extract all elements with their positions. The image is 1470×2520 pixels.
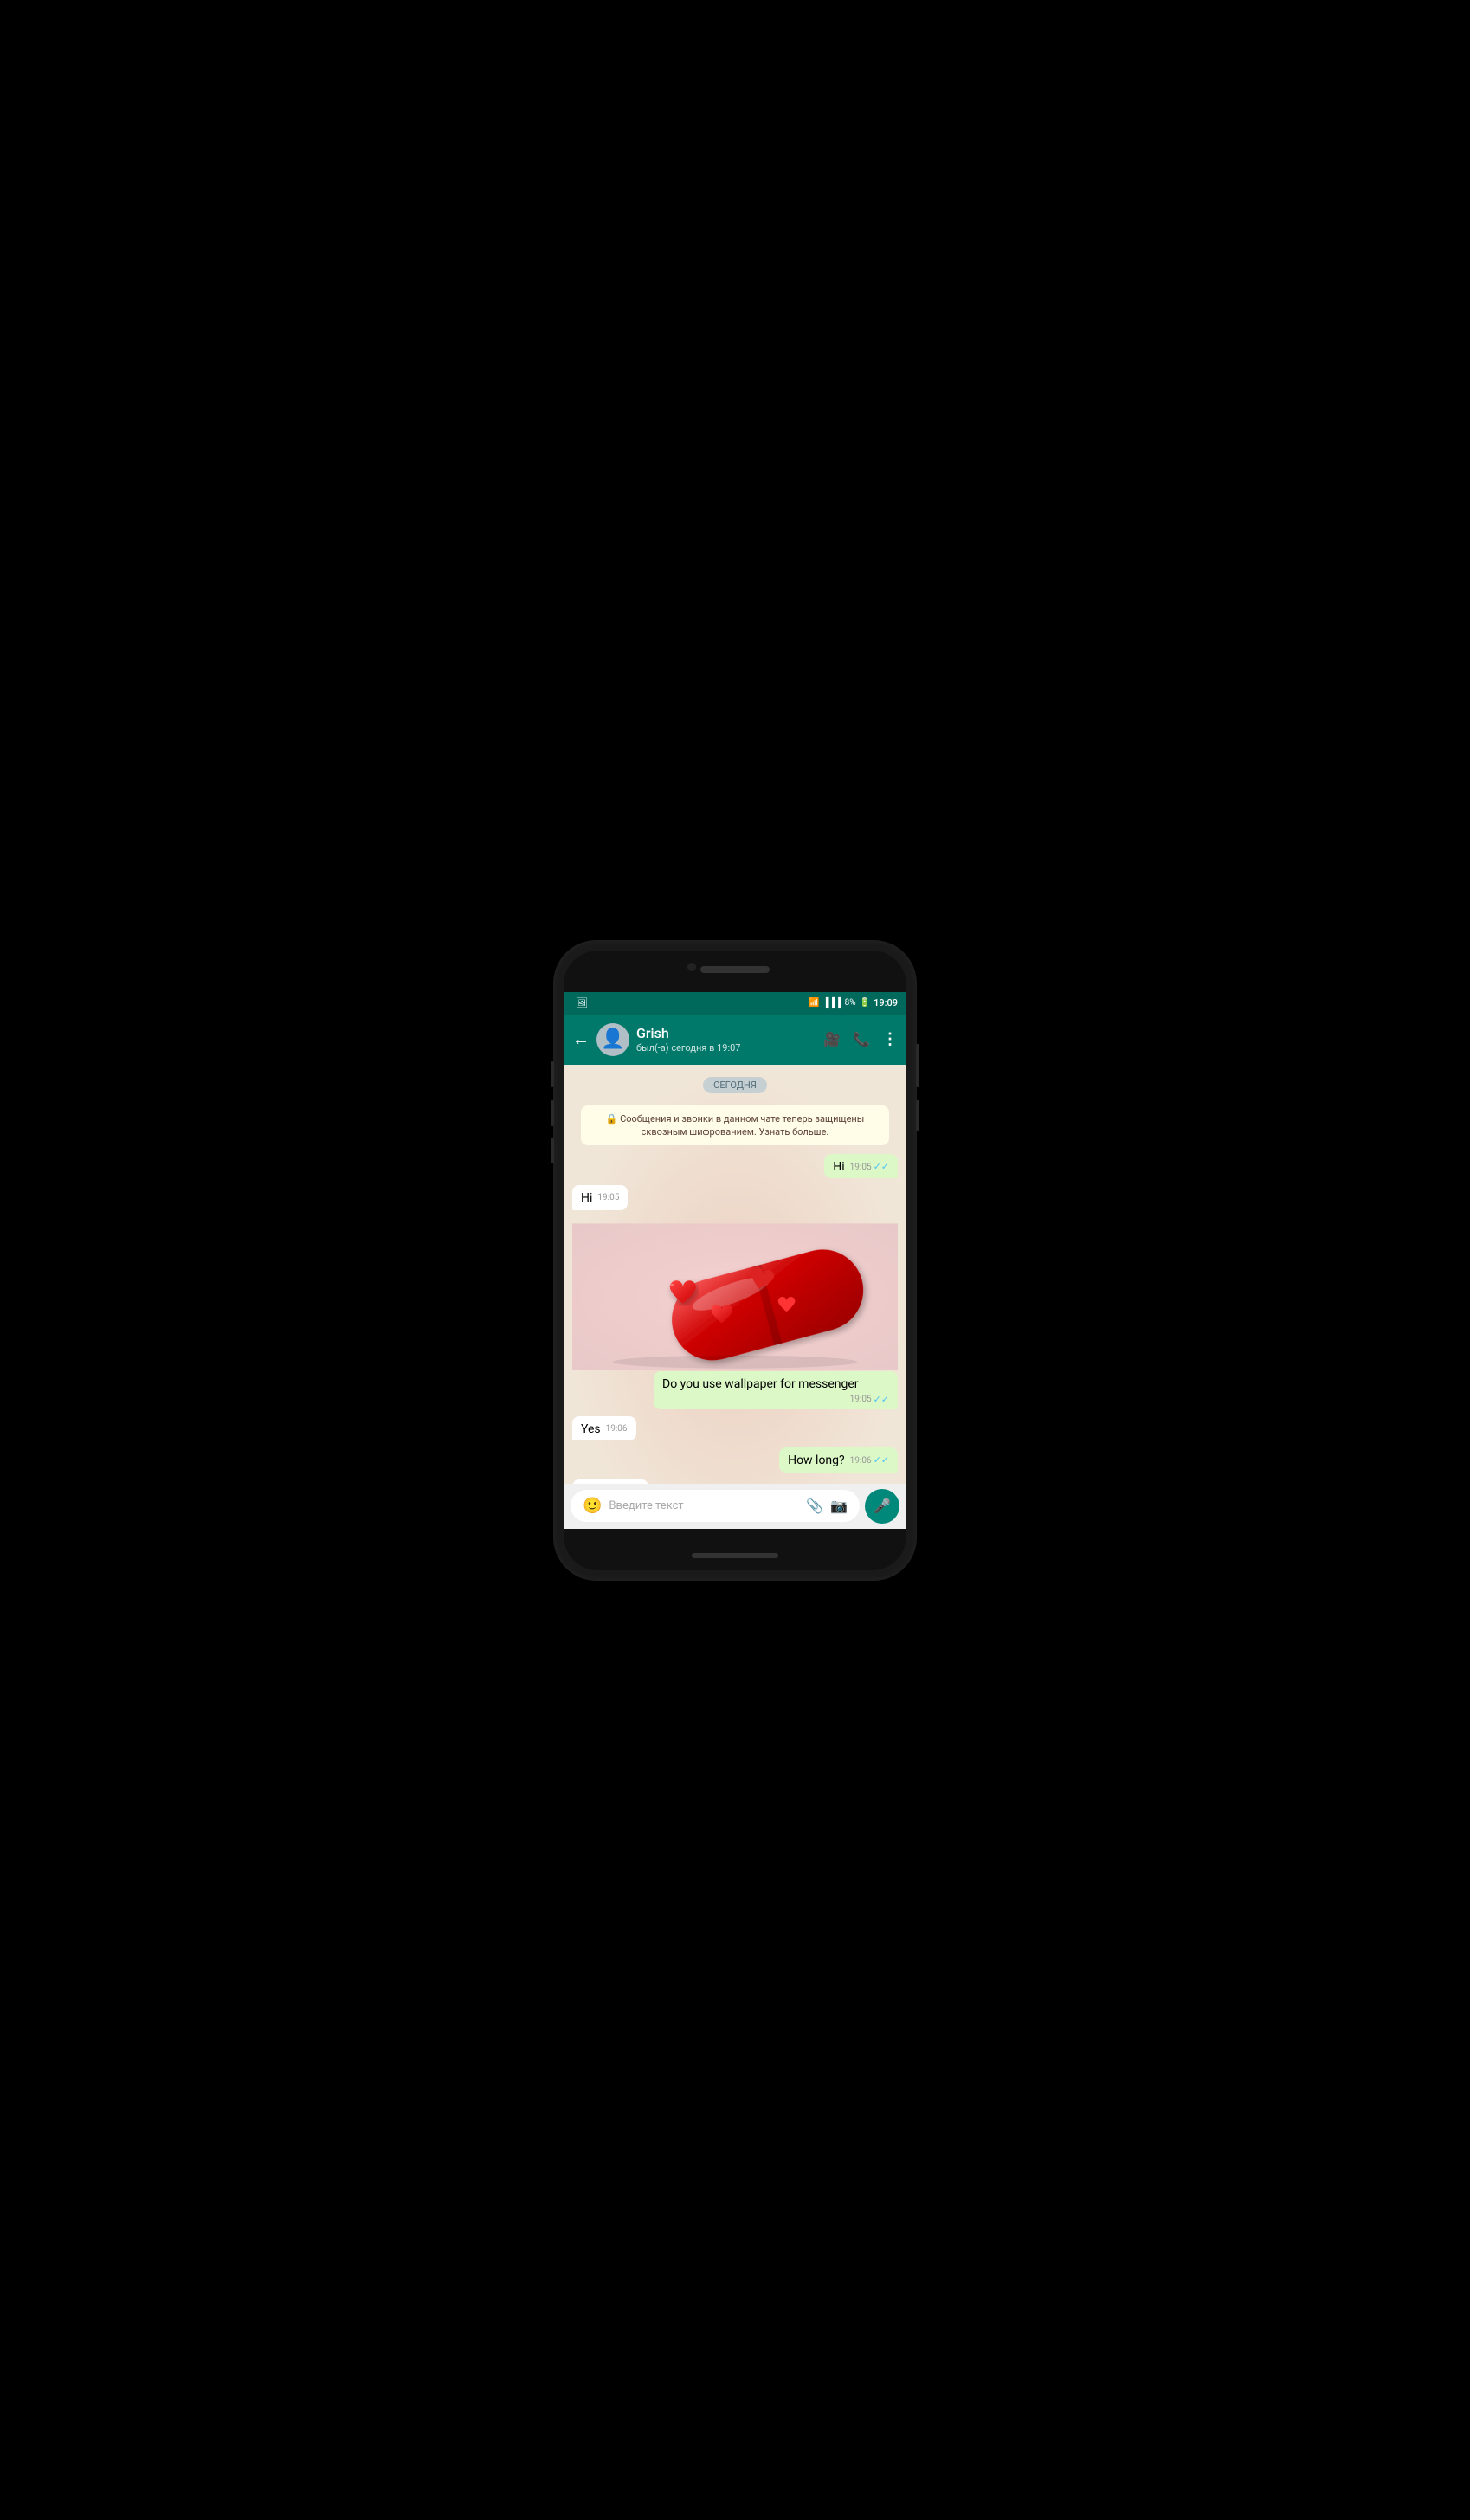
status-bar: 🖼 📶 ▐▐▐ 8% 🔋 19:09 [564, 992, 906, 1015]
phone-home-indicator [692, 1553, 778, 1558]
message-text: Hi [833, 1160, 844, 1174]
message-row: How long? 19:06 ✓✓ [572, 1447, 898, 1472]
speaker [700, 966, 770, 973]
message-meta: 19:06 ✓✓ [850, 1454, 889, 1466]
message-bubble: Yes 19:06 [572, 1416, 636, 1440]
notification-icon: 🖼 [576, 997, 588, 1009]
read-receipt: ✓✓ [874, 1161, 889, 1173]
message-row: Do you use wallpaper for messenger 19:05… [572, 1371, 898, 1409]
more-options-button[interactable]: ⋮ [882, 1030, 898, 1048]
battery-icon: 🔋 [860, 998, 870, 1008]
status-bar-right: 📶 ▐▐▐ 8% 🔋 19:09 [809, 997, 898, 1009]
read-receipt: ✓✓ [874, 1454, 889, 1466]
contact-avatar[interactable]: 👤 [596, 1023, 629, 1056]
contact-name: Grish [636, 1025, 816, 1041]
date-divider: СЕГОДНЯ [703, 1077, 767, 1093]
message-input-container[interactable]: 🙂 Введите текст 📎 📷 [571, 1490, 860, 1522]
back-button[interactable]: ← [572, 1028, 590, 1050]
emoji-button[interactable]: 🙂 [583, 1497, 602, 1515]
message-time: 19:05 [597, 1192, 619, 1203]
contact-info[interactable]: Grish был(-а) сегодня в 19:07 [636, 1025, 816, 1053]
app-screen: 🖼 📶 ▐▐▐ 8% 🔋 19:09 ← 👤 Grish был [564, 992, 906, 1529]
chat-header: ← 👤 Grish был(-а) сегодня в 19:07 🎥 📞 ⋮ [564, 1015, 906, 1065]
message-time: 19:06 [606, 1423, 628, 1434]
avatar-icon: 👤 [601, 1028, 624, 1050]
message-time: 19:06 [850, 1455, 872, 1466]
message-meta: 19:05 ✓✓ [850, 1394, 889, 1406]
chat-messages: СЕГОДНЯ 🔒 Сообщения и звонки в данном ча… [564, 1065, 906, 1484]
header-actions: 🎥 📞 ⋮ [823, 1030, 898, 1048]
read-receipt: ✓✓ [874, 1394, 889, 1406]
signal-bars: ▐▐▐ [822, 998, 841, 1008]
input-bar: 🙂 Введите текст 📎 📷 🎤 [564, 1484, 906, 1529]
encryption-notice: 🔒 Сообщения и звонки в данном чате тепер… [581, 1105, 889, 1146]
contact-status: был(-а) сегодня в 19:07 [636, 1042, 816, 1054]
wallpaper-image [572, 1219, 898, 1375]
message-row: Yes 19:06 [572, 1416, 898, 1440]
message-time: 19:05 [850, 1394, 872, 1405]
message-text: Do you use wallpaper for messenger [662, 1377, 859, 1391]
status-bar-left: 🖼 [572, 997, 809, 1009]
message-bubble: How long? 19:06 ✓✓ [779, 1447, 898, 1472]
message-bubble: Hi 19:05 ✓✓ [824, 1154, 898, 1178]
phone-frame: 🖼 📶 ▐▐▐ 8% 🔋 19:09 ← 👤 Grish был [553, 940, 917, 1581]
message-meta: 19:05 [597, 1192, 619, 1203]
message-row: Hi 19:05 ✓✓ [572, 1154, 898, 1178]
message-bubble: Hi 19:05 [572, 1185, 628, 1209]
message-row: Hi 19:05 [572, 1185, 898, 1209]
wifi-icon: 📶 [809, 998, 819, 1008]
voice-call-button[interactable]: 📞 [853, 1031, 870, 1047]
message-text: Yes [581, 1422, 601, 1436]
input-placeholder: Введите текст [609, 1499, 799, 1512]
message-bubble: Do you use wallpaper for messenger 19:05… [654, 1371, 898, 1409]
camera [687, 963, 696, 971]
camera-button[interactable]: 📷 [830, 1498, 848, 1514]
message-time: 19:05 [850, 1162, 872, 1173]
voice-message-button[interactable]: 🎤 [865, 1489, 899, 1524]
time-display: 19:09 [874, 997, 898, 1009]
message-text: Hi [581, 1191, 592, 1205]
attachment-button[interactable]: 📎 [806, 1498, 823, 1514]
message-row: 5days 19:06 [572, 1479, 898, 1484]
battery-level: 8% [845, 998, 856, 1008]
mic-icon: 🎤 [874, 1498, 891, 1514]
message-meta: 19:05 ✓✓ [850, 1161, 889, 1173]
phone-screen: 🖼 📶 ▐▐▐ 8% 🔋 19:09 ← 👤 Grish был [564, 951, 906, 1570]
message-meta: 19:06 [606, 1423, 628, 1434]
message-bubble: 5days 19:06 [572, 1479, 648, 1484]
video-call-button[interactable]: 🎥 [823, 1031, 841, 1047]
message-text: How long? [788, 1453, 845, 1467]
